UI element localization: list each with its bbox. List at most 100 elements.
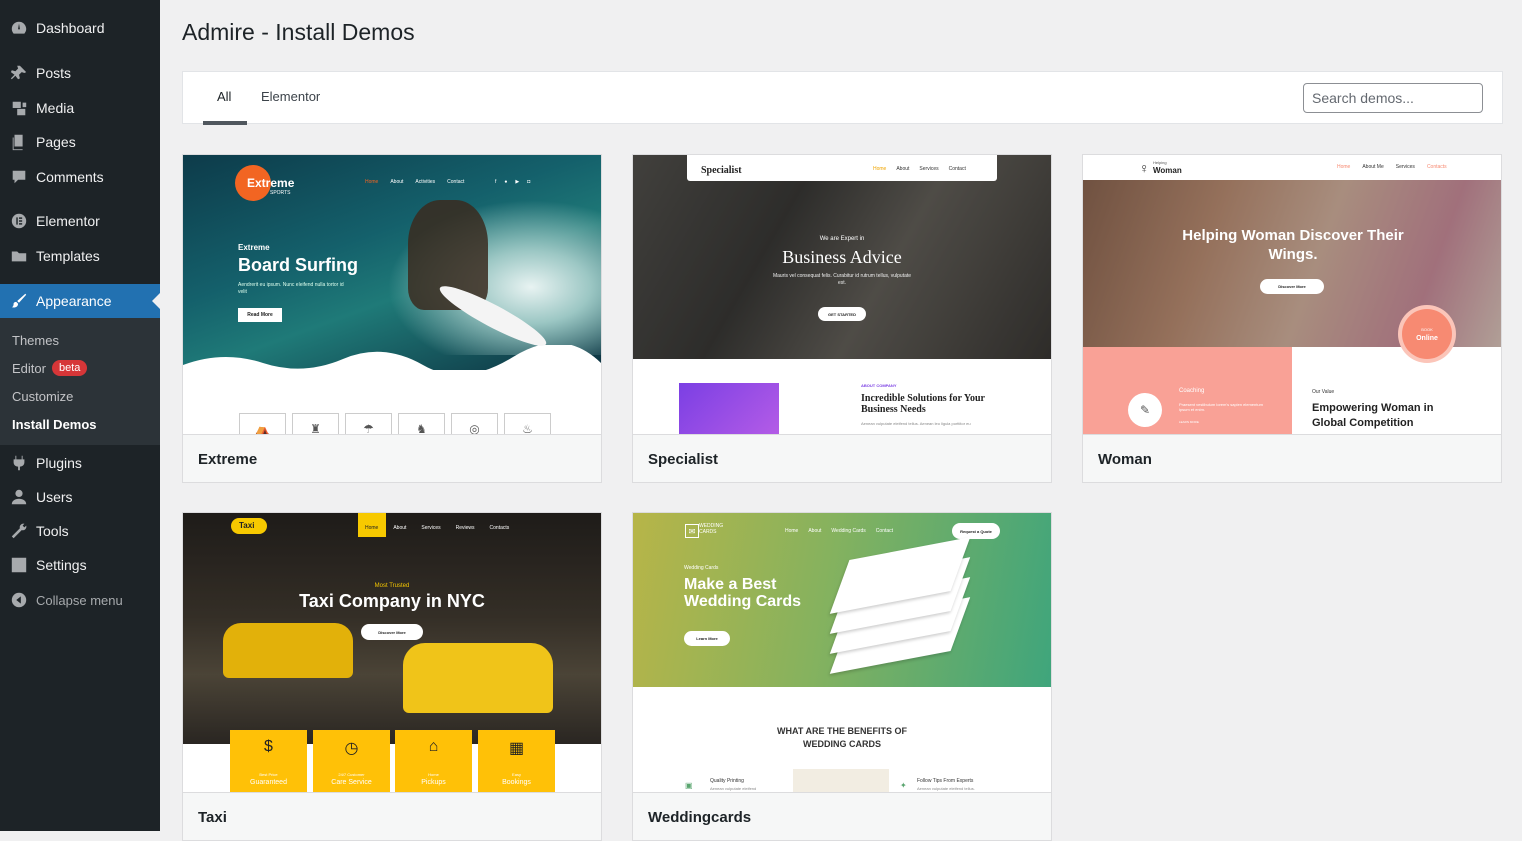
menu-label: Templates bbox=[36, 248, 100, 264]
preview-nav-item: Home bbox=[873, 166, 887, 172]
beta-badge: beta bbox=[51, 360, 88, 376]
submenu-label: Editor bbox=[12, 360, 46, 376]
menu-templates[interactable]: Templates bbox=[0, 239, 160, 273]
preview-headline: Helping Woman Discover Their Wings. bbox=[1182, 227, 1404, 263]
preview-social-icons: f ● ▶ ◘ bbox=[495, 179, 530, 185]
preview-headline: Taxi Company in NYC bbox=[299, 591, 485, 611]
preview-body: Mauris vel consequat felis. Curabitur id… bbox=[772, 273, 912, 286]
hiker-icon: ♞ bbox=[398, 413, 445, 434]
preview-section-eyebrow: Our Value bbox=[1312, 389, 1335, 395]
preview-nav-item: About bbox=[393, 525, 407, 531]
calendar-icon: ▦ bbox=[508, 740, 525, 757]
demo-card-footer: Specialist bbox=[633, 435, 1051, 482]
menu-label: Appearance bbox=[36, 293, 112, 309]
submenu-customize[interactable]: Customize bbox=[12, 386, 73, 406]
preview-nav-item: Contact bbox=[447, 179, 465, 185]
preview-nav-item: Contacts bbox=[489, 525, 510, 531]
preview-product-image bbox=[793, 769, 889, 792]
tab-elementor[interactable]: Elementor bbox=[261, 89, 320, 104]
collapse-menu-button[interactable]: Collapse menu bbox=[0, 583, 160, 617]
feature-tile: ▦ Easy Bookings bbox=[478, 730, 555, 792]
submenu-label: Customize bbox=[12, 388, 74, 404]
woman-logo-icon: ♀ bbox=[1139, 160, 1150, 176]
feature-tile: ⌂ Home Pickups bbox=[395, 730, 472, 792]
demo-name: Specialist bbox=[648, 450, 719, 468]
preview-nav-item: Services bbox=[1395, 164, 1415, 170]
demo-card-weddingcards[interactable]: ✉ WEDDING CARDS Home About Wedding Cards… bbox=[632, 512, 1052, 841]
wrench-icon bbox=[9, 521, 29, 541]
menu-label: Comments bbox=[36, 169, 104, 185]
menu-appearance[interactable]: Appearance bbox=[0, 284, 160, 318]
instagram-icon: ◘ bbox=[527, 179, 531, 185]
menu-label: Plugins bbox=[36, 455, 82, 471]
menu-media[interactable]: Media bbox=[0, 91, 160, 125]
preview-cta-button: Learn More bbox=[684, 631, 730, 646]
submenu-editor[interactable]: Editor beta bbox=[12, 358, 88, 378]
menu-pages[interactable]: Pages bbox=[0, 125, 160, 159]
menu-comments[interactable]: Comments bbox=[0, 160, 160, 194]
target-icon: ◎ bbox=[451, 413, 498, 434]
menu-tools[interactable]: Tools bbox=[0, 514, 160, 548]
preview-section-eyebrow: ABOUT COMPANY bbox=[861, 383, 897, 388]
demo-card-extreme[interactable]: Extreme SPORTS Home About Activities Con… bbox=[182, 154, 602, 483]
preview-nav: Home About Wedding Cards Contact bbox=[785, 528, 893, 534]
search-demos-input[interactable] bbox=[1303, 83, 1483, 113]
coaching-icon: ✎ bbox=[1128, 393, 1162, 427]
demo-preview-taxi[interactable]: Taxi Home About Services Reviews Contact… bbox=[183, 513, 601, 793]
menu-label: Posts bbox=[36, 65, 72, 81]
demo-card-footer: Woman bbox=[1083, 435, 1501, 482]
preview-image-block bbox=[679, 383, 779, 434]
settings-icon bbox=[9, 555, 29, 575]
preview-cta-button: GET STARTED bbox=[818, 307, 866, 321]
menu-label: Pages bbox=[36, 134, 76, 150]
submenu-themes[interactable]: Themes bbox=[12, 330, 59, 350]
demo-card-specialist[interactable]: Specialist Home About Services Contact W… bbox=[632, 154, 1052, 483]
user-icon bbox=[9, 487, 29, 507]
preview-nav-item: Services bbox=[421, 525, 441, 531]
pin-icon bbox=[9, 63, 29, 83]
menu-settings[interactable]: Settings bbox=[0, 548, 160, 582]
admin-sidebar: Dashboard Posts Media Pages Comments Ele… bbox=[0, 0, 160, 831]
media-icon bbox=[9, 98, 29, 118]
feature-tile: ◷ 24/7 Customer Care Service bbox=[313, 730, 390, 792]
tab-all[interactable]: All bbox=[217, 89, 231, 104]
preview-nav-item: Reviews bbox=[455, 525, 475, 531]
menu-label: Settings bbox=[36, 557, 87, 573]
demo-preview-woman[interactable]: ♀ Helping Woman Home About Me Services C… bbox=[1083, 155, 1501, 435]
twitter-icon: ● bbox=[504, 179, 508, 185]
demo-name: Woman bbox=[1098, 450, 1152, 468]
preview-logo: Woman bbox=[1153, 166, 1182, 175]
elementor-icon bbox=[9, 211, 29, 231]
demo-card-taxi[interactable]: Taxi Home About Services Reviews Contact… bbox=[182, 512, 602, 841]
menu-plugins[interactable]: Plugins bbox=[0, 446, 160, 480]
preview-section-headline: WHAT ARE THE BENEFITS OF WEDDING CARDS bbox=[777, 726, 907, 749]
demo-preview-specialist[interactable]: Specialist Home About Services Contact W… bbox=[633, 155, 1051, 435]
pages-icon bbox=[9, 132, 29, 152]
preview-nav-item: Activities bbox=[415, 179, 436, 185]
preview-nav-item: Home bbox=[365, 179, 379, 185]
preview-nav-item: Contacts bbox=[1426, 164, 1447, 170]
tent-icon: ⛺ bbox=[239, 413, 286, 434]
preview-nav: Home About Services Reviews Contacts bbox=[365, 525, 509, 531]
demo-card-woman[interactable]: ♀ Helping Woman Home About Me Services C… bbox=[1082, 154, 1502, 483]
menu-users[interactable]: Users bbox=[0, 480, 160, 514]
menu-label: Elementor bbox=[36, 213, 100, 229]
umbrella-icon: ☂ bbox=[345, 413, 392, 434]
demo-preview-weddingcards[interactable]: ✉ WEDDING CARDS Home About Wedding Cards… bbox=[633, 513, 1051, 793]
preview-benefit-body: Aenean vulputate eleifend tellus. bbox=[917, 786, 975, 791]
feature-top: Best Price bbox=[259, 772, 278, 777]
preview-cta-button: Discover More bbox=[361, 624, 423, 640]
demo-preview-extreme[interactable]: Extreme SPORTS Home About Activities Con… bbox=[183, 155, 601, 435]
dashboard-icon bbox=[9, 18, 29, 38]
active-tab-indicator bbox=[203, 121, 247, 125]
submenu-install-demos[interactable]: Install Demos bbox=[12, 414, 97, 434]
menu-elementor[interactable]: Elementor bbox=[0, 204, 160, 238]
feature-top: Home bbox=[428, 772, 439, 777]
menu-posts[interactable]: Posts bbox=[0, 56, 160, 90]
printing-icon: ▣ bbox=[685, 781, 693, 790]
menu-dashboard[interactable]: Dashboard bbox=[0, 11, 160, 45]
preview-nav-item: Home bbox=[1337, 164, 1351, 170]
filter-bar: All Elementor bbox=[182, 71, 1503, 125]
preview-eyebrow: Wedding Cards bbox=[684, 565, 719, 571]
preview-nav-item: Home bbox=[365, 525, 379, 531]
